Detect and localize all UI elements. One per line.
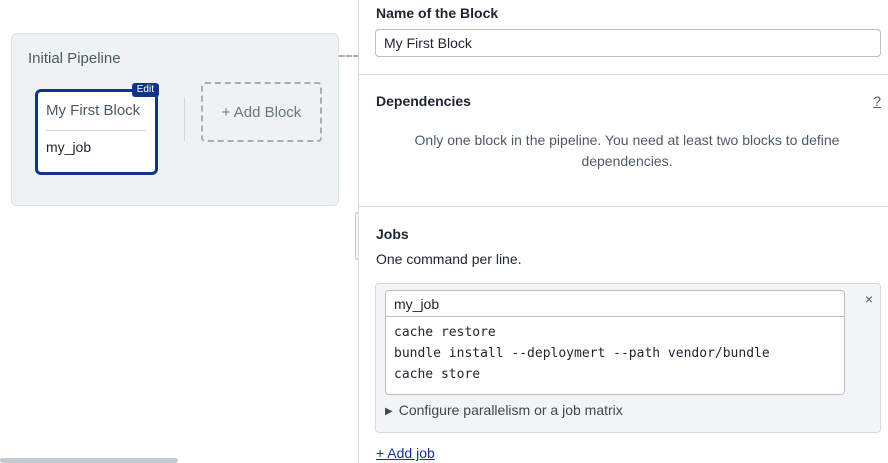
configure-parallelism-toggle[interactable]: ▶ Configure parallelism or a job matrix [385, 402, 623, 418]
block-name-section: Name of the Block [359, 0, 888, 75]
add-job-link[interactable]: + Add job [376, 445, 435, 461]
job-name-input[interactable] [385, 290, 845, 317]
block-name: My First Block [46, 102, 141, 119]
block-card-my-first-block[interactable]: Edit My First Block my_job [35, 83, 159, 175]
jobs-subtitle: One command per line. [376, 251, 522, 267]
dependencies-help-link[interactable]: ? [873, 93, 881, 109]
edit-badge[interactable]: Edit [131, 83, 159, 97]
jobs-label: Jobs [376, 226, 409, 242]
pipeline-connector [339, 55, 359, 57]
block-name-label: Name of the Block [376, 5, 499, 21]
job-commands-textarea[interactable]: cache restore bundle install --deploymer… [385, 316, 845, 395]
block-divider [46, 130, 147, 131]
block-job-label: my_job [46, 139, 92, 155]
configure-parallelism-label: Configure parallelism or a job matrix [398, 402, 623, 418]
dependencies-message: Only one block in the pipeline. You need… [414, 132, 840, 169]
block-separator [184, 97, 185, 141]
pipeline-title: Initial Pipeline [28, 50, 121, 67]
block-editor-panel: Name of the Block Dependencies ? Only on… [358, 0, 888, 463]
add-block-button[interactable]: + Add Block [201, 82, 322, 142]
dependencies-label: Dependencies [376, 93, 471, 109]
pipeline-canvas: Initial Pipeline Edit My First Block my_… [0, 0, 359, 463]
dependencies-section: Dependencies ? Only one block in the pip… [359, 75, 888, 207]
horizontal-scrollbar[interactable] [0, 458, 178, 463]
pipeline-card: Initial Pipeline Edit My First Block my_… [11, 33, 339, 206]
block-name-input[interactable] [375, 29, 881, 57]
jobs-section: Jobs One command per line. cache restore… [359, 207, 888, 463]
job-card: cache restore bundle install --deploymer… [375, 283, 881, 433]
close-icon[interactable]: × [865, 291, 873, 307]
disclosure-triangle-icon: ▶ [385, 406, 393, 417]
